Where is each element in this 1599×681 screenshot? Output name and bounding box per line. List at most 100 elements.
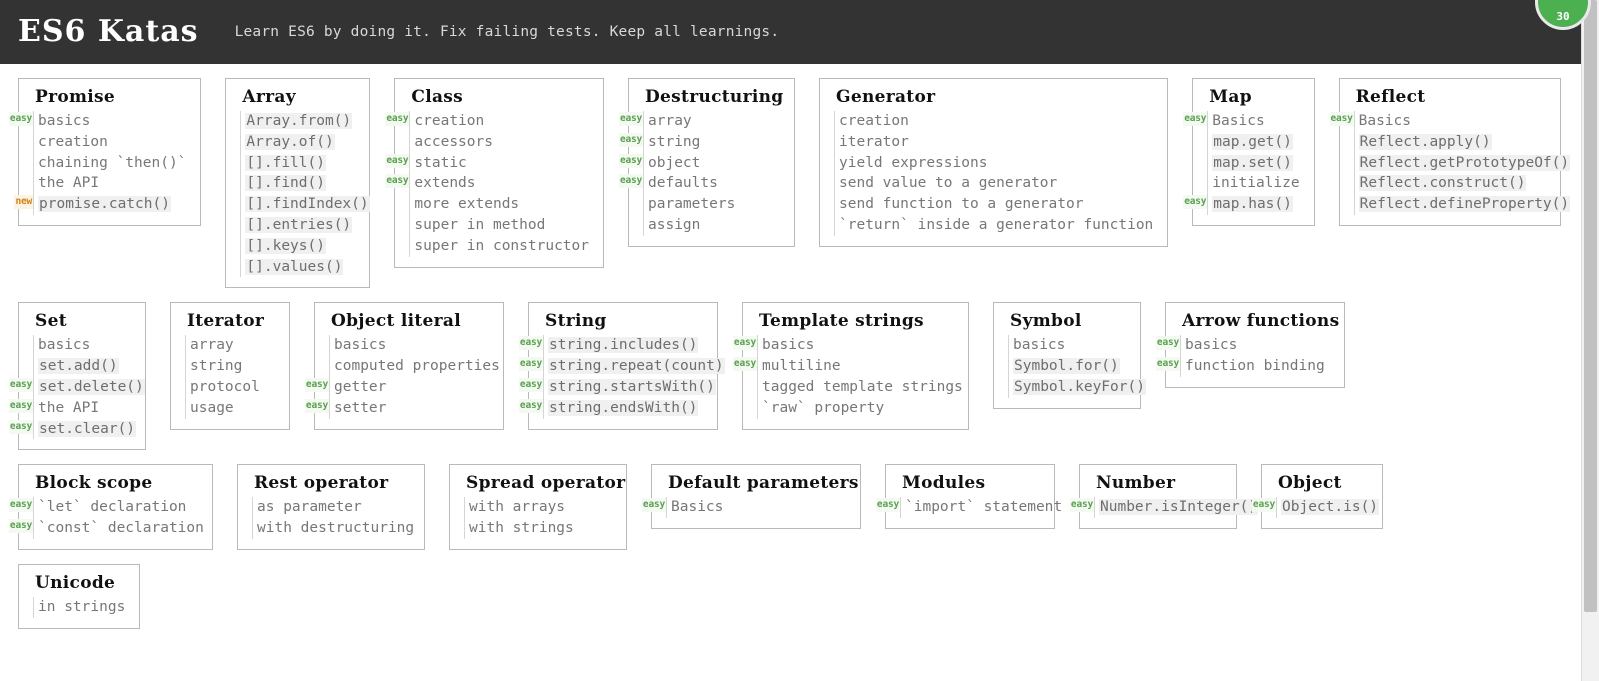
kata-item-label: [].entries()	[245, 216, 353, 233]
kata-item[interactable]: chaining `then()`	[35, 153, 186, 174]
kata-item[interactable]: easy extends	[385, 173, 589, 194]
kata-item[interactable]: easy function binding	[1155, 356, 1330, 377]
kata-item[interactable]: easy `const` declaration	[8, 518, 204, 539]
kata-item[interactable]: Reflect.getPrototypeOf()	[1356, 153, 1571, 174]
kata-item[interactable]: Symbol.for()	[1010, 356, 1126, 377]
kata-item[interactable]: easy the API	[8, 398, 131, 419]
kata-item[interactable]: easy string.startsWith()	[518, 377, 716, 398]
kata-item[interactable]: creation	[35, 132, 186, 153]
kata-item[interactable]: easy `let` declaration	[8, 497, 198, 518]
kata-card-title: Class	[411, 87, 464, 107]
kata-item[interactable]: easy object	[618, 153, 780, 174]
kata-item[interactable]: [].find()	[242, 173, 355, 194]
easy-badge: easy	[518, 377, 543, 392]
kata-item[interactable]: protocol	[187, 377, 275, 398]
kata-item[interactable]: easy static	[385, 153, 589, 174]
kata-item[interactable]: [].keys()	[242, 236, 355, 257]
kata-item[interactable]: Reflect.apply()	[1356, 132, 1546, 153]
kata-item[interactable]: with destructuring	[254, 518, 414, 539]
kata-item[interactable]: Reflect.defineProperty()	[1356, 194, 1571, 215]
kata-item[interactable]: easy string	[618, 132, 780, 153]
kata-item[interactable]: basics	[331, 335, 489, 356]
kata-item[interactable]: assign	[645, 215, 780, 236]
kata-item[interactable]: send value to a generator	[836, 173, 1153, 194]
easy-badge: easy	[732, 357, 757, 372]
kata-card-title: Template strings	[759, 311, 924, 332]
easy-badge: easy	[8, 112, 33, 126]
kata-item[interactable]: usage	[187, 398, 275, 419]
kata-item[interactable]: set.add()	[35, 356, 131, 377]
kata-item[interactable]: accessors	[411, 132, 589, 153]
kata-item[interactable]: Reflect.construct()	[1356, 173, 1546, 194]
kata-item[interactable]: [].findIndex()	[242, 194, 370, 215]
kata-item[interactable]: `return` inside a generator function	[836, 215, 1153, 236]
kata-item[interactable]: [].values()	[242, 257, 355, 278]
kata-item[interactable]: easy Basics	[1183, 111, 1299, 132]
kata-item[interactable]: in strings	[35, 597, 125, 618]
kata-item[interactable]: parameters	[645, 194, 780, 215]
kata-item[interactable]: easy set.delete()	[8, 377, 145, 398]
kata-item[interactable]: easy multiline	[732, 356, 954, 377]
kata-item[interactable]: with arrays	[466, 497, 612, 518]
kata-list: as parameter with destructuring	[252, 497, 414, 539]
easy-badge: easy	[1329, 112, 1354, 126]
kata-item[interactable]: easy string.endsWith()	[518, 398, 703, 419]
kata-item[interactable]: with strings	[466, 518, 612, 539]
kata-item[interactable]: easy array	[618, 111, 780, 132]
kata-item[interactable]: easy basics	[1155, 335, 1330, 356]
vertical-scrollbar[interactable]	[1581, 0, 1599, 681]
kata-item[interactable]: as parameter	[254, 497, 410, 518]
kata-item[interactable]: the API	[35, 173, 186, 194]
kata-item[interactable]: initialize	[1209, 173, 1299, 194]
kata-card: Set basics set.add() easy set.delete() easy th…	[8, 302, 146, 451]
kata-item[interactable]: easy map.has()	[1183, 194, 1299, 215]
kata-item[interactable]: map.get()	[1209, 132, 1299, 153]
kata-item-label: Basics	[1212, 113, 1265, 129]
kata-item[interactable]: easy defaults	[618, 173, 780, 194]
kata-item[interactable]: easy getter	[304, 377, 489, 398]
kata-card: String easy string.includes() easy string.re…	[518, 302, 725, 430]
kata-item[interactable]: basics	[35, 335, 131, 356]
kata-item[interactable]: `raw` property	[759, 398, 954, 419]
kata-item[interactable]: tagged template strings	[759, 377, 963, 398]
scrollbar-thumb[interactable]	[1584, 0, 1597, 612]
kata-item[interactable]: easy Number.isInteger()	[1069, 497, 1259, 518]
kata-item[interactable]: yield expressions	[836, 153, 1153, 174]
kata-card: Arrow functions easy basics easy function bi…	[1155, 302, 1345, 388]
easy-badge: easy	[385, 174, 410, 189]
kata-item[interactable]: array	[187, 335, 275, 356]
kata-item-label: [].findIndex()	[245, 196, 370, 213]
kata-item[interactable]: Symbol.keyFor()	[1010, 377, 1146, 398]
kata-item-label: string.repeat(count)	[548, 358, 725, 375]
kata-card-title: Block scope	[35, 473, 153, 494]
kata-item[interactable]: creation	[836, 111, 1153, 132]
kata-item[interactable]: easy string.repeat(count)	[518, 356, 725, 377]
site-header: ES6 Katas Learn ES6 by doing it. Fix fai…	[0, 0, 1581, 64]
kata-item[interactable]: easy set.clear()	[8, 419, 137, 440]
kata-item[interactable]: [].entries()	[242, 215, 355, 236]
kata-item[interactable]: easy creation	[385, 111, 589, 132]
kata-item[interactable]: more extends	[411, 194, 589, 215]
kata-item[interactable]: string	[187, 356, 275, 377]
kata-item[interactable]: easy `import` statement	[875, 497, 1062, 518]
kata-item[interactable]: easy basics	[732, 335, 954, 356]
kata-item[interactable]: easy setter	[304, 398, 489, 419]
kata-item[interactable]: [].fill()	[242, 153, 355, 174]
kata-item[interactable]: send function to a generator	[836, 194, 1153, 215]
kata-item[interactable]: new promise.catch()	[14, 194, 186, 215]
kata-item[interactable]: Array.of()	[242, 132, 355, 153]
kata-item[interactable]: super in method	[411, 215, 589, 236]
kata-item[interactable]: easy Basics	[641, 497, 846, 518]
kata-item[interactable]: easy Basics	[1329, 111, 1546, 132]
kata-item[interactable]: easy string.includes()	[518, 335, 703, 356]
kata-item-label: Basics	[671, 499, 724, 516]
kata-item[interactable]: iterator	[836, 132, 1153, 153]
kata-item[interactable]: super in constructor	[411, 236, 589, 257]
kata-item[interactable]: Array.from()	[242, 111, 355, 132]
kata-item[interactable]: computed properties	[331, 356, 500, 377]
kata-item-label: with destructuring	[257, 520, 415, 537]
kata-item[interactable]: easy Object.is()	[1251, 497, 1380, 518]
kata-item[interactable]: basics	[1010, 335, 1126, 356]
kata-item[interactable]: map.set()	[1209, 153, 1299, 174]
kata-item[interactable]: easy basics	[8, 111, 186, 132]
